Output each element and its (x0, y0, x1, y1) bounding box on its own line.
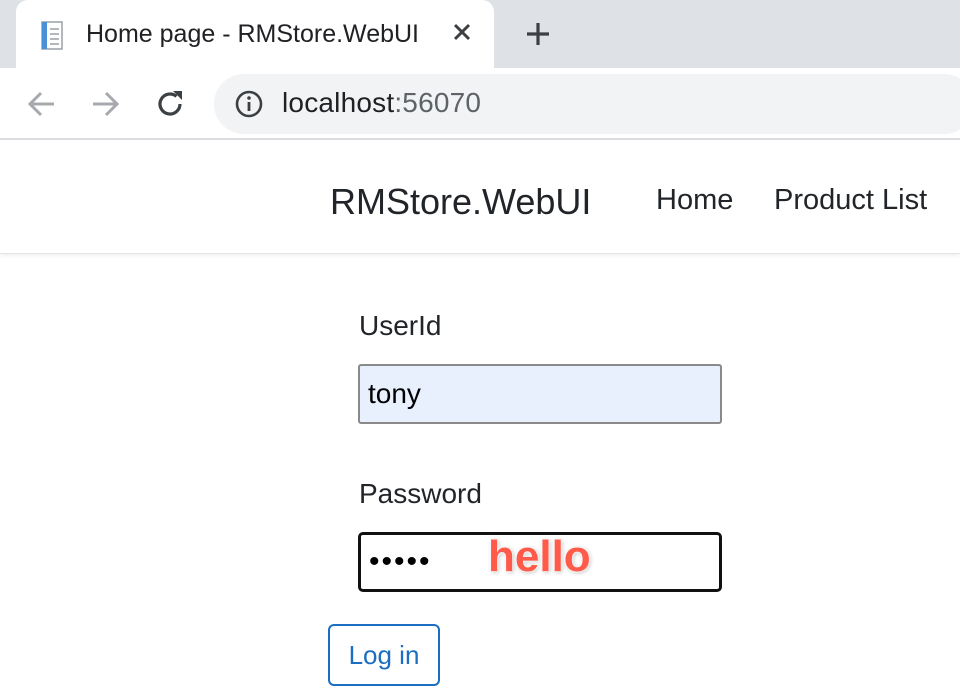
plus-icon[interactable] (522, 18, 554, 50)
password-input[interactable] (358, 532, 722, 592)
arrow-left-icon[interactable] (24, 86, 60, 122)
reload-icon[interactable] (152, 86, 188, 122)
info-icon[interactable] (234, 89, 264, 119)
page-document-icon (41, 21, 63, 50)
userid-label: UserId (359, 310, 442, 341)
arrow-right-icon[interactable] (87, 86, 123, 122)
address-bar[interactable]: localhost:56070 (214, 74, 960, 134)
nav-link-home[interactable]: Home (656, 184, 733, 217)
url-host: localhost (282, 87, 395, 118)
navbar-brand[interactable]: RMStore.WebUI (330, 181, 591, 223)
userid-input[interactable] (358, 364, 722, 424)
site-navbar: RMStore.WebUI Home Product List (0, 141, 960, 254)
close-icon[interactable] (450, 20, 474, 44)
browser-tab-strip: Home page - RMStore.WebUI (0, 0, 960, 68)
browser-tab[interactable]: Home page - RMStore.WebUI (16, 0, 494, 68)
nav-link-product-list[interactable]: Product List (774, 184, 927, 217)
password-label: Password (359, 478, 482, 509)
url-text: localhost:56070 (282, 87, 481, 119)
browser-toolbar: localhost:56070 (0, 68, 960, 140)
tab-title: Home page - RMStore.WebUI (86, 20, 419, 48)
url-port: :56070 (394, 87, 482, 118)
login-button[interactable]: Log in (328, 624, 440, 686)
